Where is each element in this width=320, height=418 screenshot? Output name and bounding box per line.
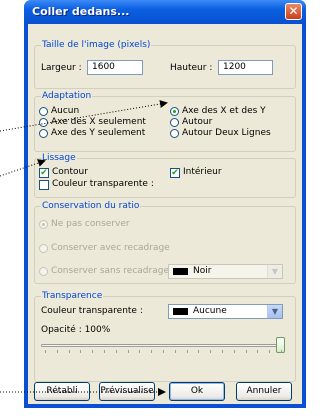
arrow-to-adaptation (0, 100, 168, 132)
arrow-to-transparent-checkbox (0, 159, 46, 177)
annotation-arrows (0, 100, 168, 396)
